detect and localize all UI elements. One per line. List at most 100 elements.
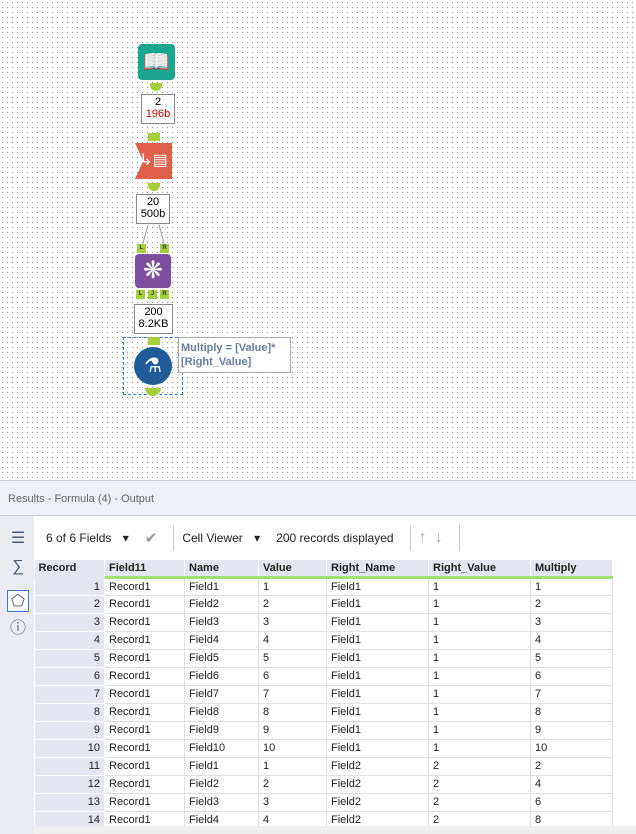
table-cell[interactable]: Record1: [104, 684, 185, 704]
table-cell[interactable]: 1: [258, 756, 327, 776]
table-cell[interactable]: Field1: [326, 648, 429, 668]
table-cell[interactable]: 3: [530, 612, 613, 632]
table-cell[interactable]: Field2: [326, 756, 429, 776]
table-cell[interactable]: 4: [258, 630, 327, 650]
table-cell[interactable]: 5: [530, 648, 613, 668]
table-cell[interactable]: Field1: [184, 576, 259, 596]
table-cell[interactable]: 9: [530, 720, 613, 740]
table-cell[interactable]: 2: [428, 792, 531, 812]
table-cell[interactable]: Field2: [326, 774, 429, 794]
table-cell[interactable]: Field3: [184, 792, 259, 812]
table-cell[interactable]: Record1: [104, 774, 185, 794]
table-cell[interactable]: Record1: [104, 666, 185, 686]
column-header[interactable]: Multiply: [530, 560, 613, 579]
table-cell[interactable]: Field4: [184, 630, 259, 650]
table-cell[interactable]: 13: [34, 792, 105, 812]
table-row[interactable]: 8 Record1 Field8 8 Field1 1 8: [34, 702, 613, 722]
table-cell[interactable]: 8: [530, 702, 613, 722]
table-cell[interactable]: 6: [258, 666, 327, 686]
table-row[interactable]: 11 Record1 Field1 1 Field2 2 2: [34, 756, 613, 776]
table-cell[interactable]: Record1: [104, 792, 185, 812]
table-row[interactable]: 4 Record1 Field4 4 Field1 1 4: [34, 630, 613, 650]
table-cell[interactable]: 2: [428, 756, 531, 776]
table-cell[interactable]: Field9: [184, 720, 259, 740]
table-cell[interactable]: 10: [530, 738, 613, 758]
input-data-tool[interactable]: 📖: [138, 44, 175, 80]
table-cell[interactable]: 2: [258, 594, 327, 614]
table-cell[interactable]: 8: [258, 702, 327, 722]
table-row[interactable]: 12 Record1 Field2 2 Field2 2 4: [34, 774, 613, 794]
table-cell[interactable]: Field2: [184, 774, 259, 794]
help-icon[interactable]: ⓘ: [7, 618, 29, 640]
table-cell[interactable]: Field8: [184, 702, 259, 722]
output-anchor[interactable]: [150, 83, 162, 91]
table-cell[interactable]: Field1: [326, 666, 429, 686]
arrow-up-icon[interactable]: ↑: [419, 529, 427, 547]
input-anchor[interactable]: [148, 133, 160, 141]
table-cell[interactable]: 8: [34, 702, 105, 722]
join-join-output[interactable]: J: [148, 290, 157, 299]
viewer-dropdown[interactable]: Cell Viewer ▾: [182, 531, 268, 545]
table-cell[interactable]: Field1: [326, 738, 429, 758]
table-cell[interactable]: Field1: [326, 576, 429, 596]
table-row[interactable]: 5 Record1 Field5 5 Field1 1 5: [34, 648, 613, 668]
table-row[interactable]: 1 Record1 Field1 1 Field1 1 1: [34, 576, 613, 596]
table-cell[interactable]: 1: [428, 612, 531, 632]
table-cell[interactable]: 10: [34, 738, 105, 758]
table-cell[interactable]: 9: [258, 720, 327, 740]
table-row[interactable]: 2 Record1 Field2 2 Field1 1 2: [34, 594, 613, 614]
table-cell[interactable]: 6: [530, 666, 613, 686]
table-row[interactable]: 3 Record1 Field3 3 Field1 1 3: [34, 612, 613, 632]
table-cell[interactable]: 7: [258, 684, 327, 704]
horizontal-scrollbar[interactable]: [34, 826, 636, 834]
join-right-input[interactable]: R: [160, 244, 169, 253]
table-cell[interactable]: 4: [530, 774, 613, 794]
check-icon[interactable]: ✔: [145, 529, 158, 547]
table-cell[interactable]: 1: [428, 666, 531, 686]
transpose-tool[interactable]: ↳▤: [135, 143, 172, 179]
table-cell[interactable]: 3: [258, 612, 327, 632]
table-cell[interactable]: 1: [428, 702, 531, 722]
table-cell[interactable]: Record1: [104, 630, 185, 650]
table-cell[interactable]: Field1: [326, 630, 429, 650]
table-cell[interactable]: Field10: [184, 738, 259, 758]
table-cell[interactable]: 6: [34, 666, 105, 686]
input-anchor[interactable]: [148, 337, 160, 345]
table-cell[interactable]: Record1: [104, 738, 185, 758]
table-cell[interactable]: 12: [34, 774, 105, 794]
output-anchor[interactable]: [148, 183, 160, 191]
table-cell[interactable]: 5: [258, 648, 327, 668]
join-left-input[interactable]: L: [137, 244, 146, 253]
join-tool[interactable]: ❋: [135, 254, 171, 288]
tag-icon[interactable]: ⬠: [7, 590, 29, 612]
table-cell[interactable]: 11: [34, 756, 105, 776]
column-header[interactable]: Right_Name: [326, 560, 429, 579]
table-cell[interactable]: 2: [530, 594, 613, 614]
table-cell[interactable]: Record1: [104, 612, 185, 632]
table-row[interactable]: 10 Record1 Field10 10 Field1 1 10: [34, 738, 613, 758]
table-row[interactable]: 9 Record1 Field9 9 Field1 1 9: [34, 720, 613, 740]
arrow-down-icon[interactable]: ↓: [435, 529, 443, 547]
table-cell[interactable]: Record1: [104, 702, 185, 722]
column-header[interactable]: Name: [184, 560, 259, 579]
table-cell[interactable]: 4: [34, 630, 105, 650]
table-cell[interactable]: 1: [428, 720, 531, 740]
table-cell[interactable]: Field5: [184, 648, 259, 668]
table-cell[interactable]: 7: [530, 684, 613, 704]
table-cell[interactable]: Field6: [184, 666, 259, 686]
table-cell[interactable]: Field2: [184, 594, 259, 614]
table-cell[interactable]: 1: [428, 594, 531, 614]
table-cell[interactable]: 1: [34, 576, 105, 596]
table-cell[interactable]: 2: [530, 756, 613, 776]
table-cell[interactable]: 10: [258, 738, 327, 758]
table-cell[interactable]: 6: [530, 792, 613, 812]
table-cell[interactable]: Field1: [326, 684, 429, 704]
table-cell[interactable]: 1: [258, 576, 327, 596]
column-header[interactable]: Value: [258, 560, 327, 579]
table-cell[interactable]: Record1: [104, 756, 185, 776]
table-cell[interactable]: Record1: [104, 576, 185, 596]
table-cell[interactable]: Field1: [326, 720, 429, 740]
join-left-output[interactable]: L: [136, 290, 145, 299]
column-header[interactable]: Field11: [104, 560, 185, 579]
table-cell[interactable]: 3: [34, 612, 105, 632]
